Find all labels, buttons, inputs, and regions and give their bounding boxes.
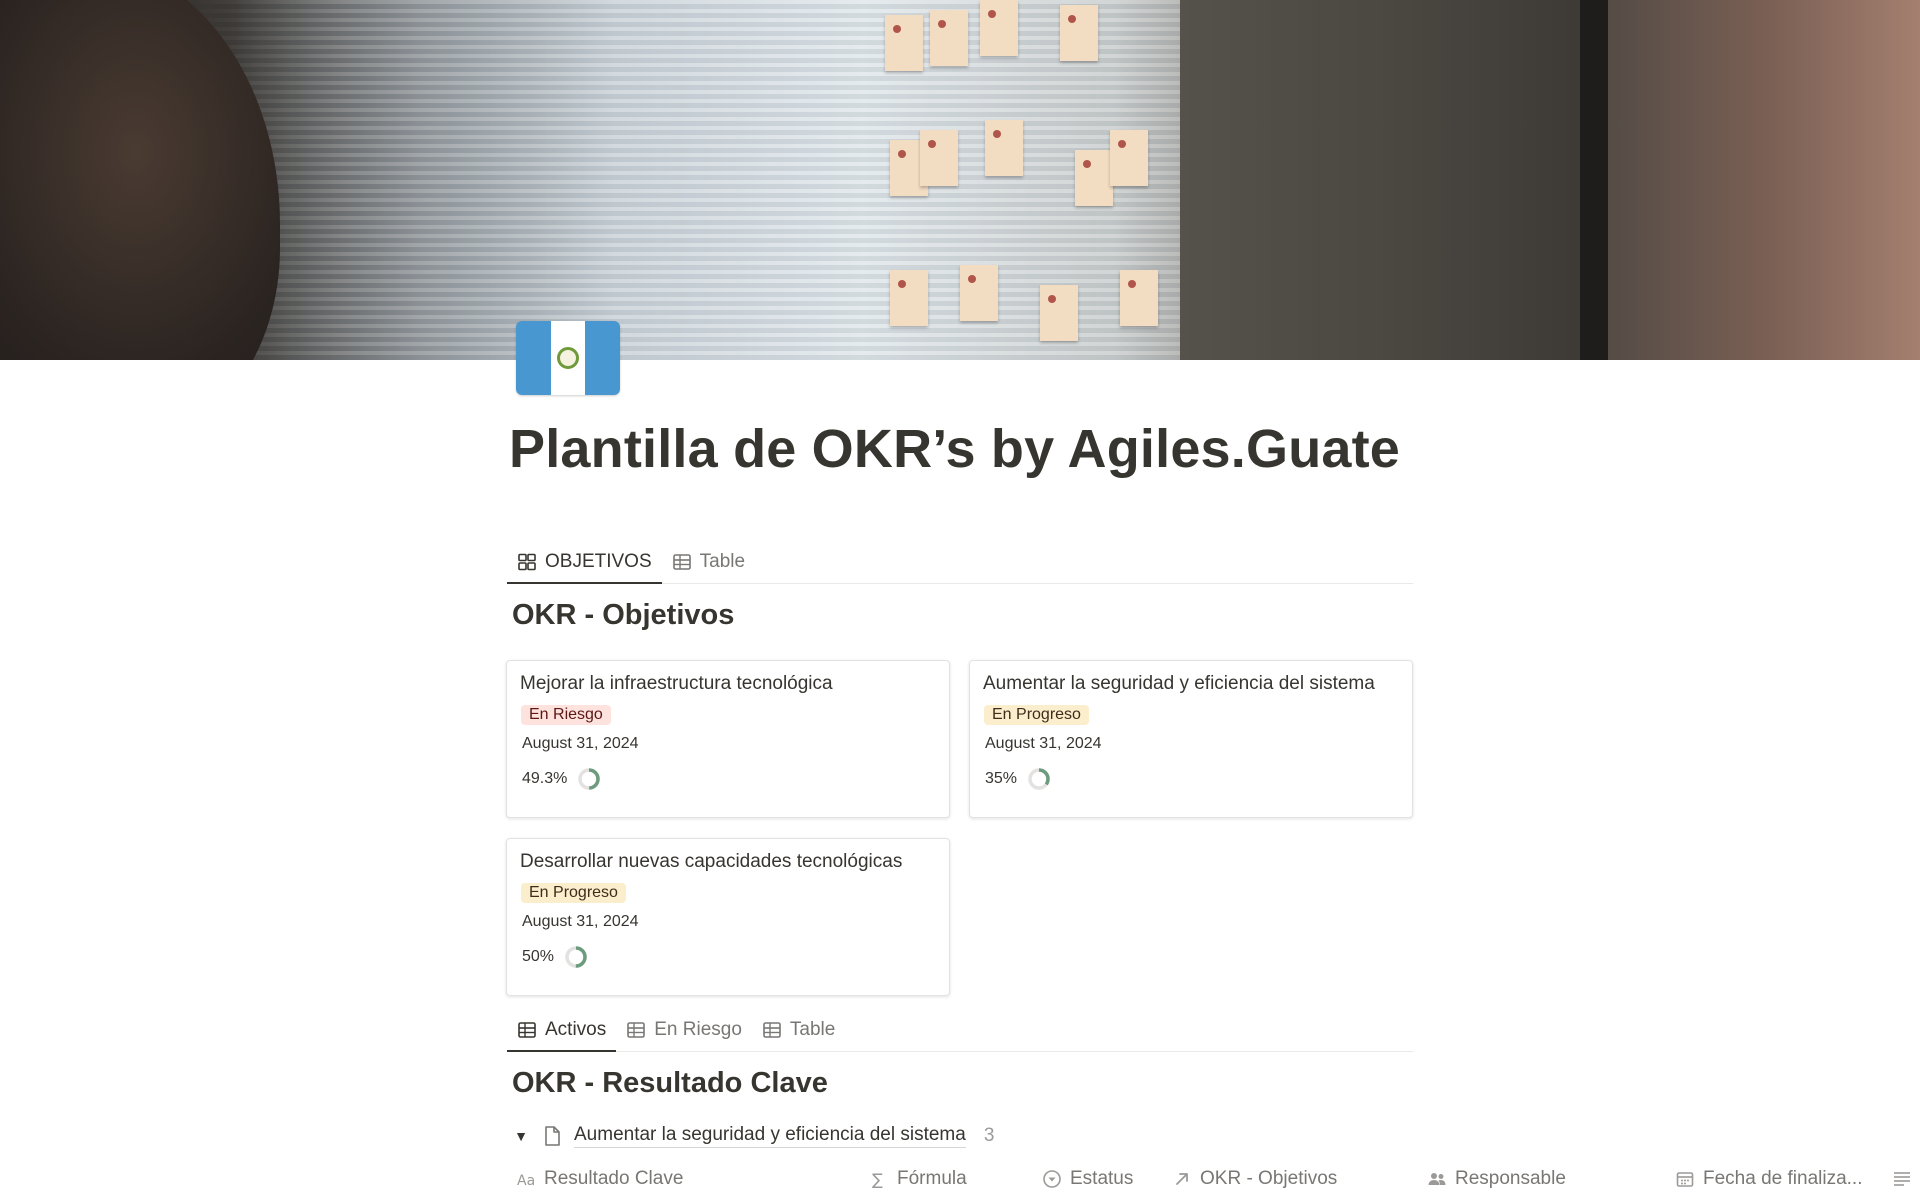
card-progress: 35% <box>985 767 1399 791</box>
objective-card[interactable]: Desarrollar nuevas capacidades tecnológi… <box>506 838 950 996</box>
column-header-more[interactable] <box>1892 1168 1920 1188</box>
key-results-view-tabs: Activos En Riesgo Table <box>507 1009 1413 1052</box>
objective-card[interactable]: Aumentar la seguridad y eficiencia del s… <box>969 660 1413 818</box>
tab-table[interactable]: Table <box>662 541 755 583</box>
tab-label: OBJETIVOS <box>545 551 652 572</box>
tab-label: Table <box>789 1019 836 1040</box>
tab-label: Activos <box>545 1019 607 1040</box>
column-header-formula[interactable]: ∑ Fórmula <box>869 1168 967 1190</box>
text-lines-icon <box>1894 1172 1910 1186</box>
sticky-note <box>1075 150 1113 206</box>
column-header-responsable[interactable]: Responsable <box>1427 1168 1566 1190</box>
progress-ring-icon <box>1028 768 1050 790</box>
people-icon <box>1428 1173 1446 1185</box>
cover-image <box>0 0 1920 360</box>
column-header-okr-objetivos[interactable]: OKR - Objetivos <box>1172 1168 1337 1190</box>
card-title: Aumentar la seguridad y eficiencia del s… <box>983 673 1375 694</box>
flag-emblem <box>557 347 579 369</box>
guatemala-flag-icon[interactable] <box>516 318 620 398</box>
table-icon <box>672 554 691 570</box>
tab-label: Table <box>699 551 746 572</box>
tab-table[interactable]: Table <box>752 1009 845 1051</box>
column-header-resultado-clave[interactable]: Aa Resultado Clave <box>516 1168 683 1190</box>
progress-value: 49.3% <box>522 770 568 787</box>
column-header-estatus[interactable]: Estatus <box>1042 1168 1133 1190</box>
tab-en-riesgo[interactable]: En Riesgo <box>616 1009 752 1051</box>
sticky-note <box>920 130 958 186</box>
tab-label: En Riesgo <box>654 1019 742 1040</box>
gallery-icon <box>518 553 536 571</box>
progress-ring-icon <box>565 946 587 968</box>
status-badge: En Progreso <box>984 705 1089 725</box>
group-link[interactable]: Aumentar la seguridad y eficiencia del s… <box>574 1124 966 1148</box>
card-title: Desarrollar nuevas capacidades tecnológi… <box>520 851 903 872</box>
key-results-title: OKR - Resultado Clave <box>512 1067 828 1099</box>
objective-card[interactable]: Mejorar la infraestructura tecnológica E… <box>506 660 950 818</box>
column-label: Fecha de finaliza... <box>1703 1168 1863 1189</box>
card-progress: 49.3% <box>522 767 936 791</box>
cover-wall <box>1180 0 1600 360</box>
sticky-note <box>885 15 923 71</box>
svg-text:Aa: Aa <box>517 1173 535 1189</box>
text-property-icon: Aa <box>517 1173 535 1189</box>
group-count: 3 <box>983 1125 995 1146</box>
sticky-note <box>1110 130 1148 186</box>
card-title: Mejorar la infraestructura tecnológica <box>520 673 833 694</box>
sticky-note <box>1040 285 1078 341</box>
status-badge: En Riesgo <box>521 705 611 725</box>
progress-value: 35% <box>985 770 1018 787</box>
sticky-note <box>930 10 968 66</box>
sticky-note <box>890 270 928 326</box>
formula-icon: ∑ <box>872 1170 883 1189</box>
sticky-note <box>980 0 1018 56</box>
sticky-note <box>985 120 1023 176</box>
status-icon <box>1043 1170 1061 1188</box>
table-icon <box>627 1022 646 1038</box>
flag-emoji <box>516 321 620 395</box>
calendar-icon <box>1676 1172 1694 1187</box>
objectives-view-tabs: OBJETIVOS Table <box>507 541 1413 584</box>
sticky-note <box>1120 270 1158 326</box>
column-label: OKR - Objetivos <box>1200 1168 1338 1189</box>
column-label: Responsable <box>1455 1168 1566 1189</box>
relation-icon <box>1176 1173 1188 1185</box>
status-badge: En Progreso <box>521 883 626 903</box>
card-date: August 31, 2024 <box>522 913 639 930</box>
sticky-note <box>960 265 998 321</box>
progress-ring-icon <box>578 768 601 790</box>
tab-activos[interactable]: Activos <box>507 1009 617 1052</box>
table-icon <box>763 1022 781 1038</box>
column-label: Fórmula <box>897 1168 967 1189</box>
column-label: Estatus <box>1070 1168 1134 1189</box>
card-date: August 31, 2024 <box>522 735 639 752</box>
progress-value: 50% <box>522 948 555 965</box>
page-title: Plantilla de OKR’s by Agiles.Guate <box>509 419 1401 479</box>
svg-text:∑: ∑ <box>872 1170 883 1189</box>
collapse-toggle-icon[interactable]: ▼ <box>512 1128 530 1144</box>
table-icon <box>518 1022 536 1038</box>
objectives-title: OKR - Objetivos <box>512 599 735 631</box>
cover-wall-edge <box>1580 0 1608 360</box>
card-progress: 50% <box>522 945 936 969</box>
column-header-fecha-de-finalizacion[interactable]: Fecha de finaliza... <box>1675 1168 1862 1190</box>
column-label: Resultado Clave <box>544 1168 684 1189</box>
tab-objetivos[interactable]: OBJETIVOS <box>507 541 662 584</box>
page-icon <box>545 1126 560 1146</box>
group-header: ▼ Aumentar la seguridad y eficiencia del… <box>512 1124 994 1148</box>
card-date: August 31, 2024 <box>985 735 1102 752</box>
sticky-note <box>1060 5 1098 61</box>
